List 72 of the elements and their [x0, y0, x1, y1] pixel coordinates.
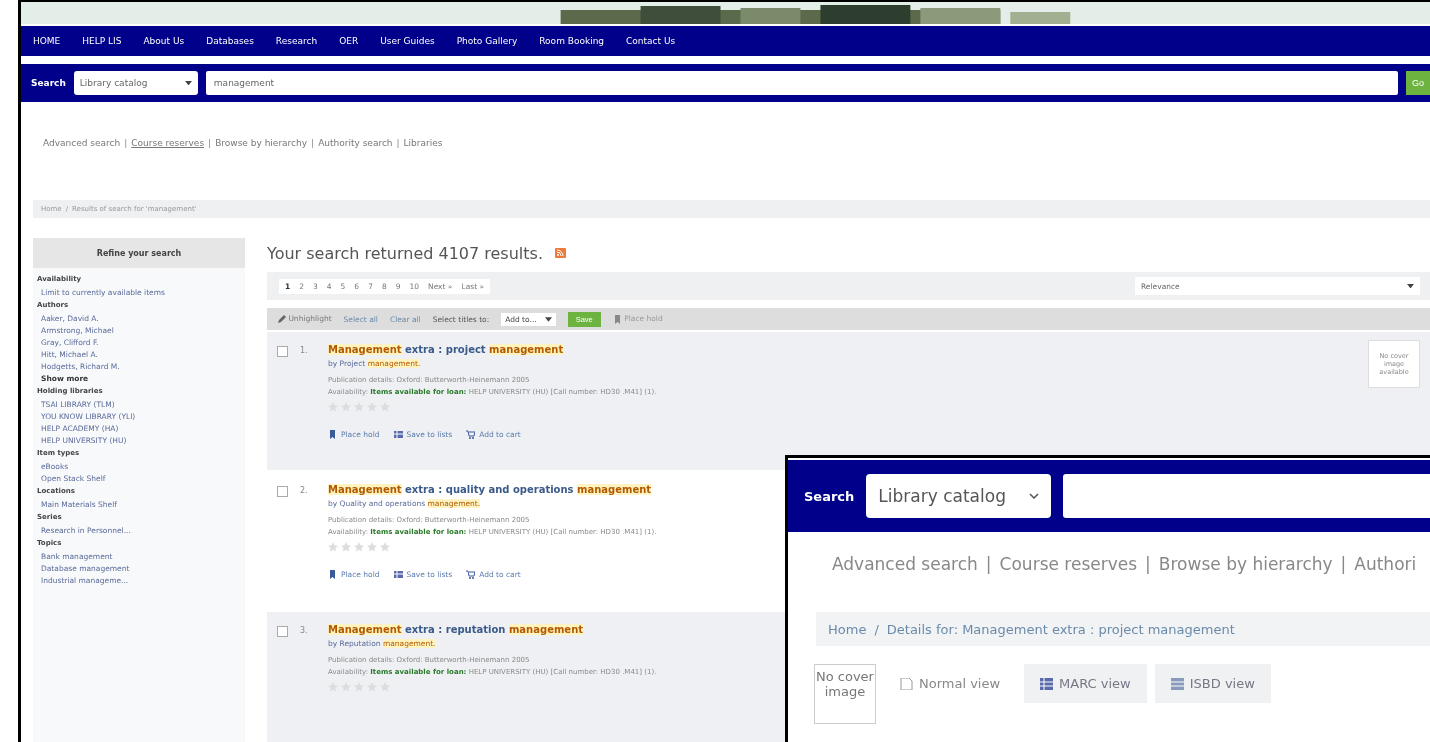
nav-link[interactable]: Browse by hierarchy: [215, 138, 308, 148]
star-icon: [341, 542, 351, 552]
nav-link[interactable]: HOME: [33, 36, 61, 46]
checkbox[interactable]: [277, 346, 288, 357]
go-button[interactable]: Go: [1406, 71, 1430, 95]
separator: |: [208, 138, 212, 148]
nav-link[interactable]: Research: [275, 36, 318, 46]
checkbox[interactable]: [277, 626, 288, 637]
star-icon: [354, 542, 364, 552]
caret-icon: [1029, 493, 1040, 499]
nav-link[interactable]: Room Booking: [539, 36, 605, 46]
result-number: 3.: [300, 625, 309, 637]
no-cover-text: No cover image: [816, 669, 874, 699]
view-tab[interactable]: MARC view: [1024, 664, 1147, 703]
search-field[interactable]: management: [205, 71, 1398, 95]
separator: |: [1340, 554, 1347, 574]
nav-link[interactable]: Databases: [206, 36, 254, 46]
caret-icon: [184, 80, 192, 86]
nav-link[interactable]: Course reserves: [131, 138, 205, 148]
nav-link[interactable]: Authori: [1354, 554, 1417, 574]
separator: |: [1145, 554, 1151, 574]
separator: |: [311, 138, 315, 148]
result-title[interactable]: Management extra : reputation management: [328, 624, 584, 635]
scope-dropdown[interactable]: Library catalog: [866, 474, 1052, 518]
bookmark-icon: [612, 314, 622, 324]
document-icon: [900, 677, 913, 690]
result-number: 1.: [300, 345, 309, 357]
nav-link[interactable]: OER: [339, 36, 359, 46]
result-number: 2.: [300, 485, 309, 497]
nav-link[interactable]: Photo Gallery: [456, 36, 518, 46]
star-icon: [380, 542, 390, 552]
nav-link[interactable]: Authority search: [318, 138, 393, 148]
breadcrumb-link[interactable]: Home: [828, 621, 867, 637]
nav-link[interactable]: Libraries: [403, 138, 443, 148]
bookmark-icon: [328, 570, 337, 579]
caret-icon: [544, 314, 552, 324]
list-icon: [393, 570, 403, 579]
view-tab[interactable]: ISBD view: [1154, 664, 1271, 703]
bookmark-icon: [328, 430, 337, 439]
cart-icon: [466, 430, 476, 439]
checkbox[interactable]: [277, 486, 288, 497]
breadcrumb-link[interactable]: Details for: Management extra : project management: [886, 621, 1235, 637]
result-title[interactable]: Management extra : quality and operations management: [328, 484, 652, 495]
nav-link[interactable]: User Guides: [380, 36, 435, 46]
star-icon: [367, 542, 377, 552]
scope-dropdown[interactable]: Library catalog: [73, 71, 198, 95]
separator: |: [124, 138, 128, 148]
caret-icon: [1407, 283, 1414, 289]
star-rating[interactable]: [328, 542, 390, 552]
search-label: Search: [31, 78, 66, 88]
search-label: Search: [804, 488, 855, 504]
table-icon: [1040, 677, 1054, 690]
nav-link[interactable]: Course reserves: [999, 554, 1138, 574]
pencil-icon: [277, 314, 286, 324]
list-icon: [1170, 677, 1184, 690]
nav-link[interactable]: Advanced search: [832, 554, 978, 574]
search-field[interactable]: [1063, 474, 1430, 518]
nav-link[interactable]: Browse by hierarchy: [1158, 554, 1333, 574]
nav-link[interactable]: Advanced search: [43, 138, 121, 148]
cart-icon: [466, 570, 476, 579]
separator: |: [396, 138, 400, 148]
rss-icon: [555, 248, 566, 258]
nav-link[interactable]: HELP LIS: [82, 36, 122, 46]
sidebar-title: Refine your search: [33, 238, 245, 268]
result-title[interactable]: Management extra : project management: [328, 344, 564, 355]
list-icon: [393, 430, 403, 439]
separator: /: [874, 621, 879, 637]
nav-link[interactable]: About Us: [143, 36, 185, 46]
nav-link[interactable]: Contact Us: [626, 36, 676, 46]
star-icon: [328, 542, 338, 552]
results-heading: Your search returned 4107 results.: [267, 243, 543, 263]
separator: |: [985, 554, 992, 574]
